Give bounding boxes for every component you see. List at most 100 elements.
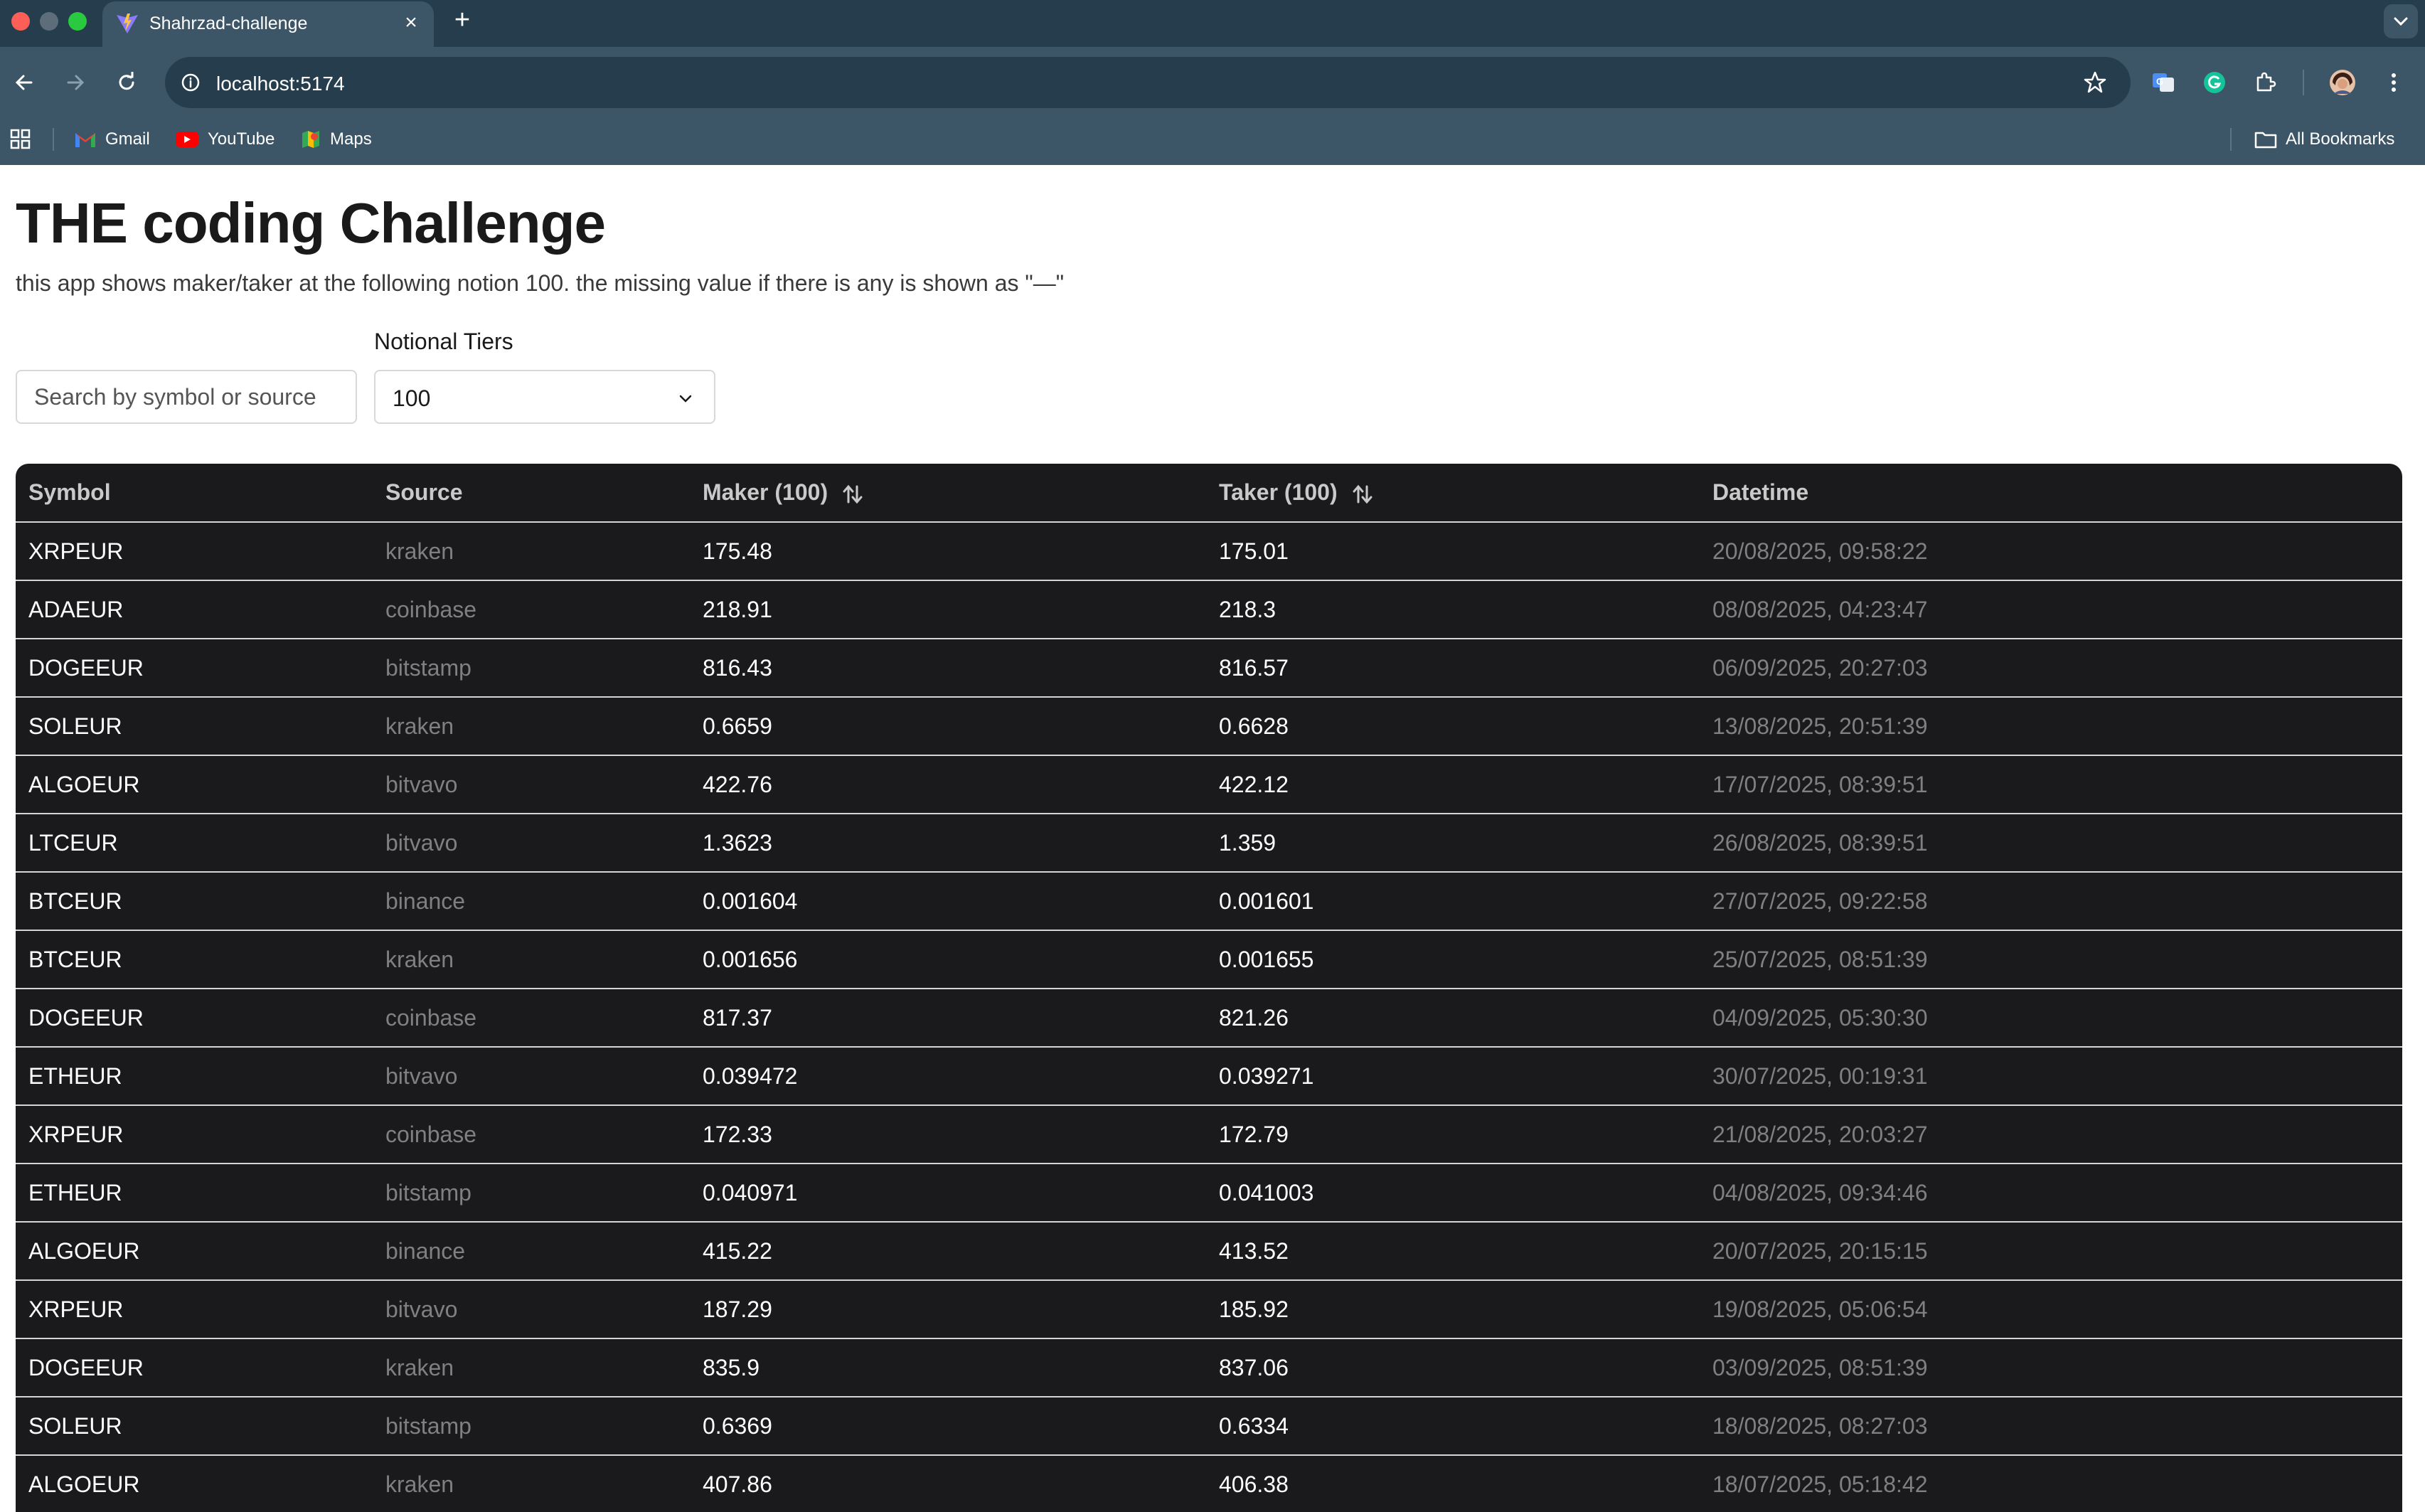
cell-symbol: BTCEUR — [16, 872, 373, 931]
cell-taker: 0.001601 — [1206, 872, 1700, 931]
cell-maker: 817.37 — [690, 989, 1206, 1048]
tab-title: Shahrzad-challenge — [149, 14, 308, 33]
close-tab-icon[interactable]: × — [398, 10, 424, 36]
profile-avatar[interactable] — [2325, 65, 2360, 100]
cell-symbol: BTCEUR — [16, 930, 373, 989]
cell-symbol: ADAEUR — [16, 580, 373, 639]
column-header-datetime: Datetime — [1700, 464, 2402, 523]
forward-button[interactable] — [58, 65, 92, 100]
cell-datetime: 21/08/2025, 20:03:27 — [1700, 1105, 2402, 1164]
cell-symbol: SOLEUR — [16, 697, 373, 756]
cell-maker: 415.22 — [690, 1222, 1206, 1281]
reload-icon — [119, 72, 134, 90]
cell-maker: 175.48 — [690, 522, 1206, 581]
cell-taker: 816.57 — [1206, 639, 1700, 698]
cell-taker: 406.38 — [1206, 1455, 1700, 1512]
cell-maker: 1.3623 — [690, 814, 1206, 873]
cell-taker: 837.06 — [1206, 1338, 1700, 1397]
cell-source: binance — [373, 1222, 690, 1281]
column-header-maker[interactable]: Maker (100) — [690, 464, 1206, 523]
cell-symbol: XRPEUR — [16, 522, 373, 581]
cell-datetime: 04/09/2025, 05:30:30 — [1700, 989, 2402, 1048]
more-vertical-icon — [2392, 73, 2396, 92]
cell-maker: 816.43 — [690, 639, 1206, 698]
column-header-taker-label: Taker (100) — [1219, 479, 1338, 505]
cell-taker: 172.79 — [1206, 1105, 1700, 1164]
translate-extension-button[interactable]: G — [2146, 65, 2180, 100]
cell-symbol: LTCEUR — [16, 814, 373, 873]
site-info-icon[interactable] — [176, 68, 205, 97]
cell-source: coinbase — [373, 1105, 690, 1164]
cell-symbol: ETHEUR — [16, 1164, 373, 1223]
bookmark-star-icon[interactable] — [2081, 68, 2109, 97]
cell-datetime: 20/08/2025, 09:58:22 — [1700, 522, 2402, 581]
sort-icon[interactable] — [1351, 484, 1374, 505]
all-bookmarks-label: All Bookmarks — [2286, 129, 2395, 149]
table-row: DOGEEUR bitstamp 816.43 816.57 06/09/2025, 2… — [16, 639, 2402, 698]
cell-maker: 0.6369 — [690, 1397, 1206, 1456]
cell-source: bitvavo — [373, 814, 690, 873]
table-row: DOGEEUR kraken 835.9 837.06 03/09/2025, 08:5… — [16, 1338, 2402, 1397]
cell-taker: 218.3 — [1206, 580, 1700, 639]
apps-grid-icon — [10, 129, 31, 149]
browser-tab-active[interactable]: Shahrzad-challenge × — [102, 1, 434, 47]
reload-button[interactable] — [110, 65, 144, 100]
cell-maker: 0.040971 — [690, 1164, 1206, 1223]
toolbar-divider — [2303, 70, 2304, 95]
tab-strip: Shahrzad-challenge × + — [0, 0, 2425, 47]
table-header-row: Symbol Source Maker (100) Taker (100) Da… — [16, 464, 2402, 523]
cell-source: bitstamp — [373, 1164, 690, 1223]
bookmark-maps[interactable]: Maps — [300, 127, 372, 152]
cell-taker: 1.359 — [1206, 814, 1700, 873]
cell-symbol: ETHEUR — [16, 1047, 373, 1106]
address-bar[interactable]: localhost:5174 — [165, 57, 2131, 108]
youtube-icon — [176, 132, 198, 147]
browser-chrome: Shahrzad-challenge × + localhost:5174 G … — [0, 0, 2425, 165]
cell-datetime: 08/08/2025, 04:23:47 — [1700, 580, 2402, 639]
close-window-button[interactable] — [11, 12, 30, 31]
page-content: THE coding Challenge this app shows make… — [0, 165, 2425, 1512]
cell-datetime: 19/08/2025, 05:06:54 — [1700, 1280, 2402, 1339]
cell-symbol: XRPEUR — [16, 1105, 373, 1164]
cell-source: kraken — [373, 1455, 690, 1512]
cell-datetime: 03/09/2025, 08:51:39 — [1700, 1338, 2402, 1397]
all-bookmarks-button[interactable]: All Bookmarks — [2254, 127, 2394, 152]
table-row: LTCEUR bitvavo 1.3623 1.359 26/08/2025, 08:3… — [16, 814, 2402, 873]
cell-maker: 835.9 — [690, 1338, 1206, 1397]
cell-source: bitvavo — [373, 1280, 690, 1339]
chevron-down-icon — [679, 395, 692, 403]
arrow-right-icon — [67, 75, 85, 90]
apps-button[interactable] — [10, 127, 40, 152]
table-row: ADAEUR coinbase 218.91 218.3 08/08/2025, 04:… — [16, 580, 2402, 639]
cell-maker: 218.91 — [690, 580, 1206, 639]
maps-icon — [302, 131, 319, 148]
bookmark-youtube[interactable]: YouTube — [175, 127, 275, 152]
tab-search-button[interactable] — [2384, 4, 2418, 38]
chevron-down-icon — [2394, 17, 2408, 26]
notional-tier-select[interactable]: 100 — [374, 370, 715, 424]
search-input[interactable] — [16, 370, 357, 424]
url-text[interactable]: localhost:5174 — [216, 73, 345, 95]
minimize-window-button[interactable] — [40, 12, 58, 31]
cell-datetime: 20/07/2025, 20:15:15 — [1700, 1222, 2402, 1281]
browser-menu-button[interactable] — [2377, 65, 2411, 100]
grammarly-extension-button[interactable] — [2197, 65, 2232, 100]
back-button[interactable] — [7, 65, 41, 100]
cell-source: bitstamp — [373, 639, 690, 698]
cell-maker: 187.29 — [690, 1280, 1206, 1339]
column-header-taker[interactable]: Taker (100) — [1206, 464, 1700, 523]
table-row: SOLEUR kraken 0.6659 0.6628 13/08/2025, 20:5… — [16, 697, 2402, 756]
sort-icon[interactable] — [841, 484, 864, 505]
column-header-maker-label: Maker (100) — [703, 479, 828, 505]
new-tab-button[interactable]: + — [448, 6, 476, 34]
svg-text:G: G — [2156, 76, 2163, 87]
table-row: DOGEEUR coinbase 817.37 821.26 04/09/2025, 0… — [16, 989, 2402, 1048]
table-row: ETHEUR bitvavo 0.039472 0.039271 30/07/2025,… — [16, 1047, 2402, 1106]
extensions-button[interactable] — [2249, 65, 2283, 100]
cell-source: kraken — [373, 1338, 690, 1397]
maximize-window-button[interactable] — [68, 12, 87, 31]
folder-icon — [2254, 132, 2277, 149]
cell-taker: 0.039271 — [1206, 1047, 1700, 1106]
cell-datetime: 06/09/2025, 20:27:03 — [1700, 639, 2402, 698]
bookmark-gmail[interactable]: Gmail — [74, 127, 150, 152]
